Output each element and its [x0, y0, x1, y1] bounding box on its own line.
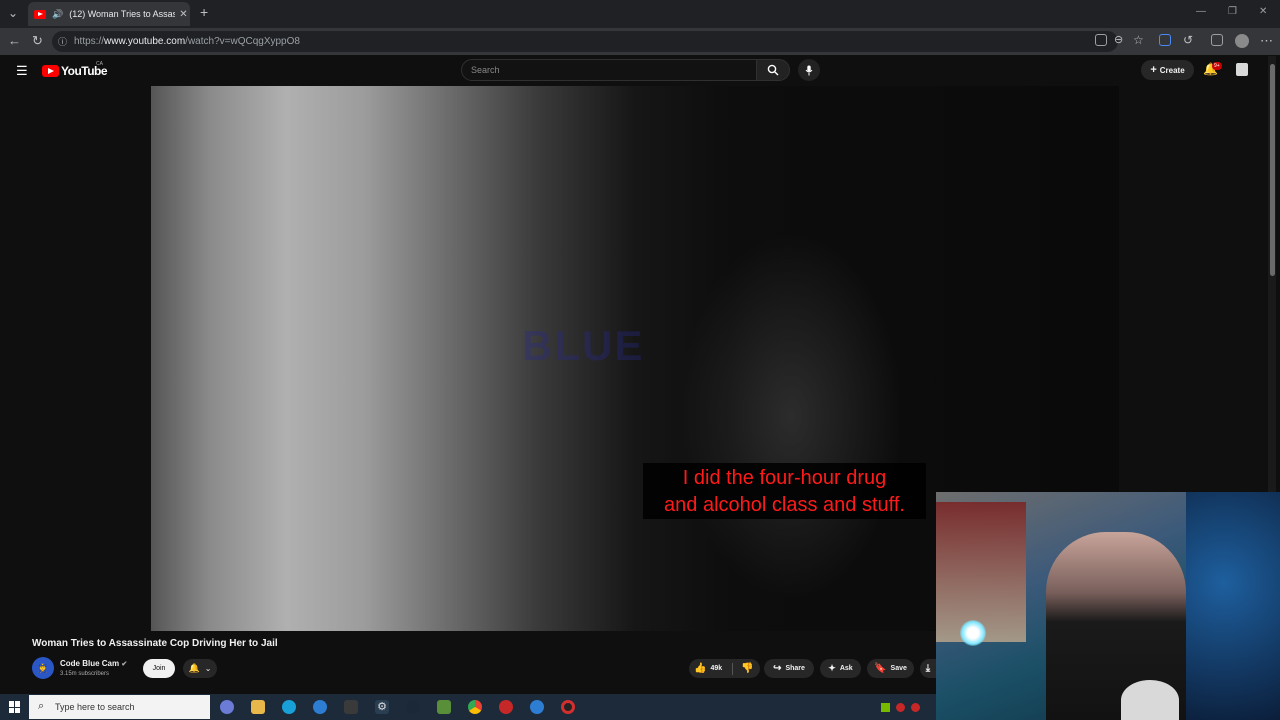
search-icon — [767, 64, 779, 76]
sparkle-icon: ✦ — [828, 663, 836, 673]
voice-search-button[interactable] — [798, 59, 820, 81]
video-caption: I did the four-hour drug and alcohol cla… — [643, 463, 926, 519]
file-explorer-icon[interactable] — [251, 700, 265, 714]
back-icon[interactable]: ← — [8, 33, 21, 48]
like-count: 49k — [710, 665, 723, 672]
share-label: Share — [785, 665, 805, 672]
site-info-icon[interactable]: ⓘ — [58, 35, 67, 48]
search-input[interactable]: Search — [461, 59, 757, 81]
download-icon: ⤓ — [925, 663, 931, 674]
app-icon[interactable] — [344, 700, 358, 714]
tray-icon[interactable] — [881, 703, 890, 712]
ask-label: Ask — [839, 665, 853, 672]
extensions-icon[interactable] — [1211, 34, 1223, 46]
wall-flag — [936, 502, 1026, 642]
extension-icon[interactable] — [1159, 34, 1171, 46]
desk-globe — [1121, 680, 1179, 720]
ask-button[interactable]: ✦ Ask — [820, 659, 861, 678]
more-menu-icon[interactable]: ⋯ — [1260, 33, 1273, 49]
search-button[interactable] — [756, 59, 790, 81]
search-icon: ⌕ — [38, 700, 45, 712]
join-button[interactable]: Join — [143, 659, 175, 678]
wall-tapestry — [1186, 492, 1280, 720]
steam-icon[interactable] — [406, 700, 420, 714]
app-icon[interactable] — [313, 700, 327, 714]
page-scrollbar-thumb[interactable] — [1270, 64, 1275, 276]
app-icon[interactable] — [499, 700, 513, 714]
dislike-button[interactable]: 👎 — [741, 663, 753, 674]
app-icon[interactable] — [437, 700, 451, 714]
video-title: Woman Tries to Assassinate Cop Driving H… — [32, 638, 278, 649]
favorite-star-icon[interactable]: ☆ — [1133, 33, 1144, 47]
refresh-extension-icon[interactable]: ↺ — [1183, 33, 1193, 47]
settings-gear-icon[interactable]: ⚙ — [375, 700, 389, 714]
create-button[interactable]: + Create — [1141, 60, 1194, 80]
url-prefix: https:// — [74, 36, 105, 47]
lamp-light — [960, 620, 986, 646]
edge-icon[interactable] — [282, 700, 296, 714]
caption-line-1: I did the four-hour drug — [682, 467, 887, 489]
divider — [732, 662, 734, 675]
create-label: Create — [1159, 65, 1185, 75]
tab-title: (12) Woman Tries to Assassinate Cop Driv… — [69, 9, 176, 19]
channel-name[interactable]: Code Blue Cam ✔ — [60, 659, 127, 668]
thumbs-up-icon: 👍 — [694, 663, 707, 674]
bell-icon: 🔔 — [188, 663, 200, 673]
profile-avatar-icon[interactable] — [1235, 34, 1249, 48]
windows-start-icon[interactable] — [9, 701, 21, 713]
minimize-icon[interactable]: — — [1196, 6, 1206, 17]
subscriber-count: 3.15m subscribers — [60, 671, 110, 677]
close-tab-icon[interactable]: ✕ — [179, 9, 187, 20]
bookmark-icon: 🔖 — [874, 663, 887, 674]
search-placeholder: Search — [471, 65, 500, 75]
url-host: www.youtube.com — [104, 36, 186, 47]
speaker-icon[interactable]: 🔊 — [52, 9, 63, 20]
caption-line-2: and alcohol class and stuff. — [664, 494, 905, 516]
microphone-icon — [805, 65, 813, 75]
app-icon[interactable] — [561, 700, 575, 714]
country-code: CA — [96, 61, 103, 67]
like-dislike-group: 👍 49k 👎 — [689, 659, 760, 678]
chevron-down-icon: ⌄ — [204, 664, 212, 673]
notification-count-badge: 9+ — [1212, 62, 1222, 70]
save-label: Save — [890, 665, 907, 672]
chrome-icon[interactable] — [468, 700, 482, 714]
hamburger-menu-icon[interactable]: ☰ — [16, 63, 28, 79]
maximize-icon[interactable]: ❐ — [1228, 6, 1237, 17]
account-avatar[interactable] — [1236, 63, 1248, 76]
video-watermark: BLUE — [522, 322, 645, 369]
url-field[interactable]: https://www.youtube.com/watch?v=wQCqgXyp… — [52, 31, 1118, 52]
copilot-icon[interactable] — [220, 700, 234, 714]
taskbar-search-placeholder: Type here to search — [55, 702, 135, 712]
like-button[interactable]: 👍 49k — [694, 663, 722, 674]
verified-check-icon: ✔ — [121, 661, 128, 668]
webcam-overlay — [936, 492, 1280, 720]
tab-list-icon[interactable]: ⌄ — [8, 6, 18, 20]
zoom-icon[interactable]: ⊖ — [1114, 33, 1123, 46]
app-available-icon[interactable] — [1095, 34, 1107, 46]
url-path: /watch?v=wQCqgXyppO8 — [185, 36, 300, 47]
subscription-notification-button[interactable]: 🔔 ⌄ — [183, 659, 217, 678]
youtube-logo-icon[interactable] — [42, 65, 59, 77]
tray-icon[interactable] — [911, 703, 920, 712]
share-button[interactable]: ↪ Share — [764, 659, 814, 678]
browser-tab[interactable]: 🔊 (12) Woman Tries to Assassinate Cop Dr… — [28, 2, 190, 26]
channel-name-text: Code Blue Cam — [60, 659, 120, 668]
browser-tabbar: ⌄ 🔊 (12) Woman Tries to Assassinate Cop … — [0, 0, 1280, 28]
share-icon: ↪ — [773, 663, 782, 674]
taskbar-search-input[interactable]: ⌕ Type here to search — [29, 695, 210, 719]
save-button[interactable]: 🔖 Save — [867, 659, 914, 678]
youtube-favicon-icon — [34, 9, 46, 19]
reload-icon[interactable]: ↻ — [32, 33, 43, 49]
address-bar-row: https://www.youtube.com/watch?v=wQCqgXyp… — [0, 28, 1280, 55]
plus-icon: + — [1150, 64, 1157, 76]
download-button[interactable]: ⤓ — [920, 659, 936, 678]
tray-icon[interactable] — [896, 703, 905, 712]
close-window-icon[interactable]: ✕ — [1259, 6, 1267, 17]
channel-avatar[interactable]: 👮 — [32, 657, 54, 679]
new-tab-icon[interactable]: + — [200, 4, 208, 20]
app-icon[interactable] — [530, 700, 544, 714]
